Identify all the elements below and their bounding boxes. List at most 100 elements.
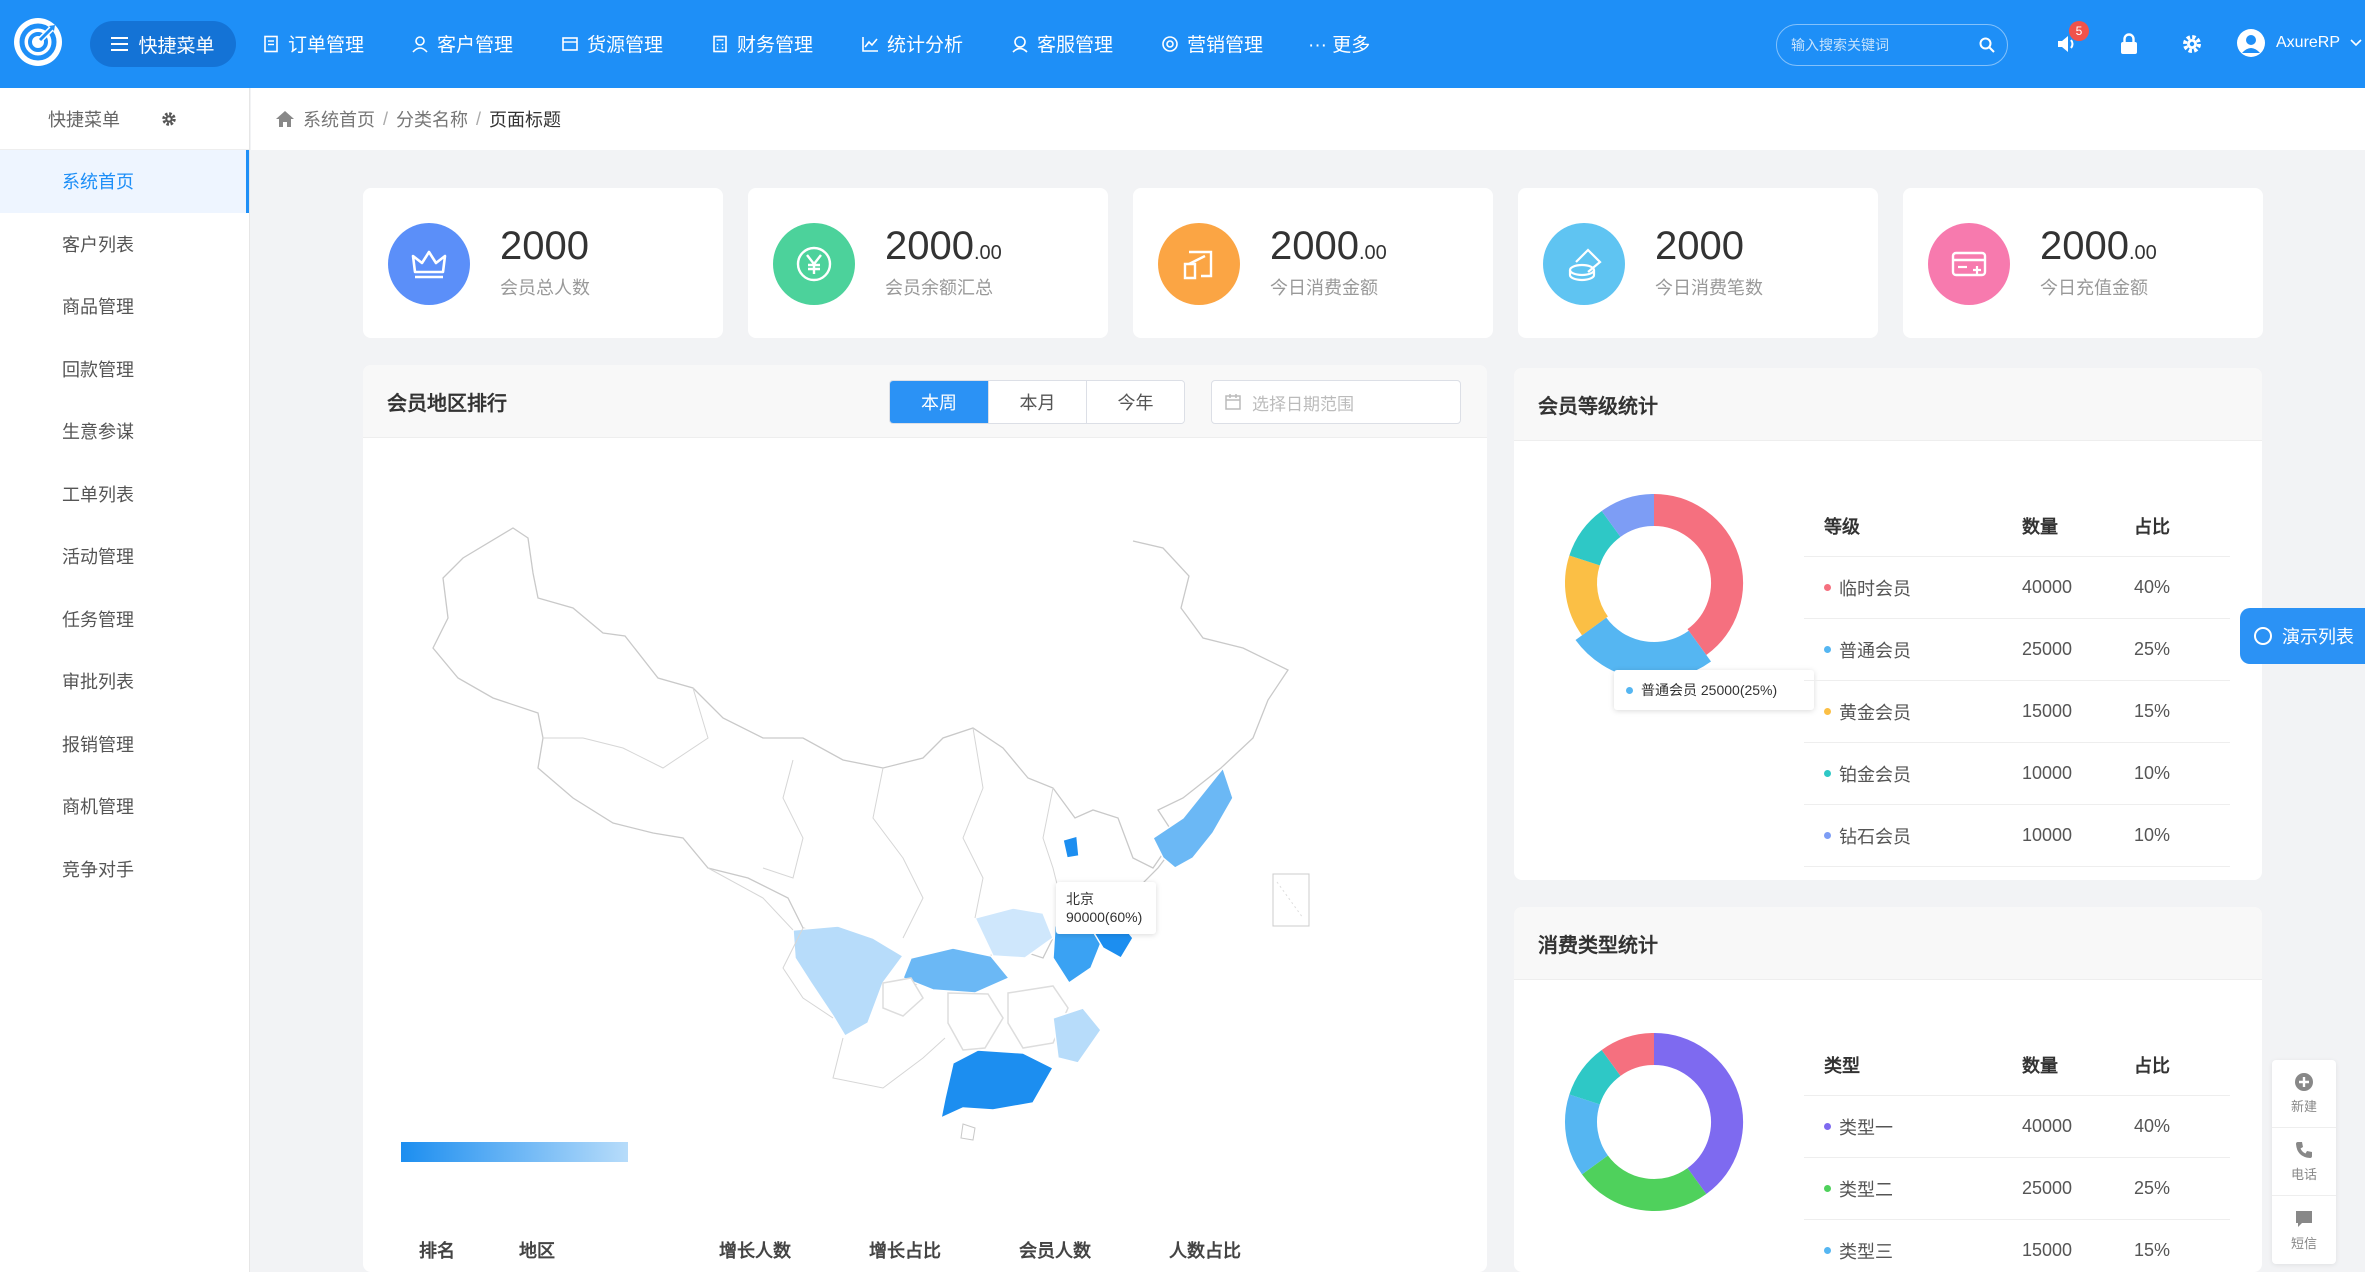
legend-dot <box>1824 770 1831 777</box>
stat-card-members: 2000 会员总人数 <box>363 188 723 338</box>
stat-label: 今日消费笔数 <box>1655 278 1763 298</box>
user-menu[interactable]: AxureRP <box>2236 28 2362 58</box>
headset-icon <box>1012 35 1028 53</box>
demo-list-button[interactable]: 演示列表 <box>2240 608 2365 664</box>
stat-card-consume-count: 2000 今日消费笔数 <box>1518 188 1878 338</box>
stat-value: 2000 <box>500 224 589 269</box>
map-legend-gradient[interactable] <box>401 1142 628 1162</box>
breadcrumb-item[interactable]: 分类名称 <box>396 106 468 132</box>
user-icon <box>412 35 428 53</box>
search-input[interactable] <box>1791 34 1971 56</box>
stat-card-consume-amount: 2000.00 今日消费金额 <box>1133 188 1493 338</box>
donut-slice[interactable] <box>1575 617 1712 680</box>
top-navbar: 快捷菜单 订单管理 客户管理 货源管理 财务管理 统计分析 客服管理 营销管理 … <box>0 0 2365 88</box>
tab-week[interactable]: 本周 <box>890 381 988 423</box>
tab-year[interactable]: 今年 <box>1086 381 1184 423</box>
level-cell: 临时会员 <box>1824 575 1911 601</box>
phone-label: 电话 <box>2290 1167 2317 1182</box>
donut-slice[interactable] <box>1601 1033 1655 1077</box>
sidebar-item[interactable]: 活动管理 <box>0 525 249 588</box>
search-icon[interactable] <box>1979 37 1995 53</box>
sidebar-item[interactable]: 回款管理 <box>0 338 249 401</box>
home-icon[interactable] <box>275 110 295 128</box>
table-header: 增长占比 <box>869 1241 941 1261</box>
tab-month[interactable]: 本月 <box>988 381 1086 423</box>
sidebar-item[interactable]: 生意参谋 <box>0 400 249 463</box>
sidebar-item[interactable]: 客户列表 <box>0 213 249 276</box>
table-header: 人数占比 <box>1169 1241 1241 1261</box>
count-cell: 10000 <box>2022 825 2073 845</box>
chevron-down-icon <box>2350 39 2362 47</box>
crown-icon <box>388 223 470 305</box>
consume-type-donut-chart[interactable] <box>1554 1022 1754 1222</box>
nav-more[interactable]: ··· 更多 <box>1308 30 1370 57</box>
nav-label: 货源管理 <box>587 35 664 56</box>
document-icon <box>264 35 278 52</box>
level-name: 铂金会员 <box>1839 764 1911 785</box>
south-china-sea-inset <box>1272 873 1310 927</box>
phone-button[interactable]: 电话 <box>2272 1128 2336 1196</box>
nav-service[interactable]: 客服管理 <box>1011 30 1113 57</box>
sidebar-item[interactable]: 商机管理 <box>0 775 249 838</box>
circle-icon <box>2254 627 2272 645</box>
credit-card-icon <box>1928 223 2010 305</box>
sms-button[interactable]: 短信 <box>2272 1196 2336 1264</box>
donut-slice[interactable] <box>1653 494 1743 655</box>
member-level-donut-chart[interactable] <box>1554 483 1754 683</box>
stat-label: 会员余额汇总 <box>885 278 993 298</box>
tooltip-value: 90000(60%) <box>1066 909 1143 925</box>
chart-card-icon <box>1158 223 1240 305</box>
sidebar-item[interactable]: 工单列表 <box>0 463 249 526</box>
gear-icon[interactable] <box>160 110 178 128</box>
stat-label: 今日消费金额 <box>1270 278 1378 298</box>
nav-finance[interactable]: 财务管理 <box>711 30 813 57</box>
china-map[interactable] <box>363 438 1487 1198</box>
donut-slice[interactable] <box>1653 1033 1743 1194</box>
sidebar-item[interactable]: 系统首页 <box>0 150 249 213</box>
stat-number: 2000 <box>2040 224 2129 268</box>
donut-slice[interactable] <box>1565 1094 1609 1175</box>
table-row: 钻石会员 10000 10% <box>1804 805 2230 867</box>
nav-marketing[interactable]: 营销管理 <box>1161 30 1263 57</box>
sidebar-item[interactable]: 商品管理 <box>0 275 249 338</box>
nav-label: 营销管理 <box>1187 35 1264 56</box>
panel-title: 会员等级统计 <box>1514 368 2262 441</box>
type-name: 类型三 <box>1839 1241 1893 1262</box>
date-range-picker[interactable]: 选择日期范围 <box>1211 380 1461 424</box>
quick-menu-button[interactable]: 快捷菜单 <box>90 21 236 67</box>
donut-slice[interactable] <box>1569 1050 1622 1106</box>
sidebar-item[interactable]: 竞争对手 <box>0 838 249 901</box>
gear-icon[interactable] <box>2180 32 2204 56</box>
sidebar-item[interactable]: 报销管理 <box>0 713 249 776</box>
table-header: 会员人数 <box>1019 1241 1091 1261</box>
sidebar-item[interactable]: 任务管理 <box>0 588 249 651</box>
type-cell: 类型二 <box>1824 1176 1893 1202</box>
new-button[interactable]: 新建 <box>2272 1060 2336 1128</box>
donut-slice[interactable] <box>1565 555 1609 636</box>
floating-toolbar: 新建 电话 短信 <box>2272 1060 2336 1264</box>
pct-cell: 15% <box>2134 1240 2171 1260</box>
stat-number: 2000 <box>885 224 974 268</box>
nav-statistics[interactable]: 统计分析 <box>861 30 963 57</box>
nav-supply[interactable]: 货源管理 <box>561 30 663 57</box>
tooltip-text: 普通会员 25000(25%) <box>1641 682 1778 698</box>
map-province-hainan <box>960 1123 976 1141</box>
period-tabs: 本周 本月 今年 <box>889 380 1185 424</box>
map-province-fujian <box>1052 1007 1102 1064</box>
donut-slice[interactable] <box>1582 1154 1707 1211</box>
pct-cell: 25% <box>2134 1178 2171 1198</box>
nav-customers[interactable]: 客户管理 <box>411 30 513 57</box>
donut-slice[interactable] <box>1601 494 1655 538</box>
sidebar-item[interactable]: 审批列表 <box>0 650 249 713</box>
sidebar-header: 快捷菜单 <box>0 88 249 150</box>
breadcrumb-item[interactable]: 系统首页 <box>303 106 375 132</box>
legend-dot <box>1824 1247 1831 1254</box>
breadcrumb: 系统首页 / 分类名称 / 页面标题 <box>251 88 2365 150</box>
sidebar-menu: 系统首页 客户列表 商品管理 回款管理 生意参谋 工单列表 活动管理 任务管理 … <box>0 150 249 900</box>
donut-slice[interactable] <box>1569 511 1622 567</box>
table-row: 类型一 40000 40% <box>1804 1096 2230 1158</box>
nav-orders[interactable]: 订单管理 <box>262 30 364 57</box>
username: AxureRP <box>2276 34 2341 51</box>
app-logo[interactable] <box>14 18 62 66</box>
lock-icon[interactable] <box>2117 32 2141 56</box>
